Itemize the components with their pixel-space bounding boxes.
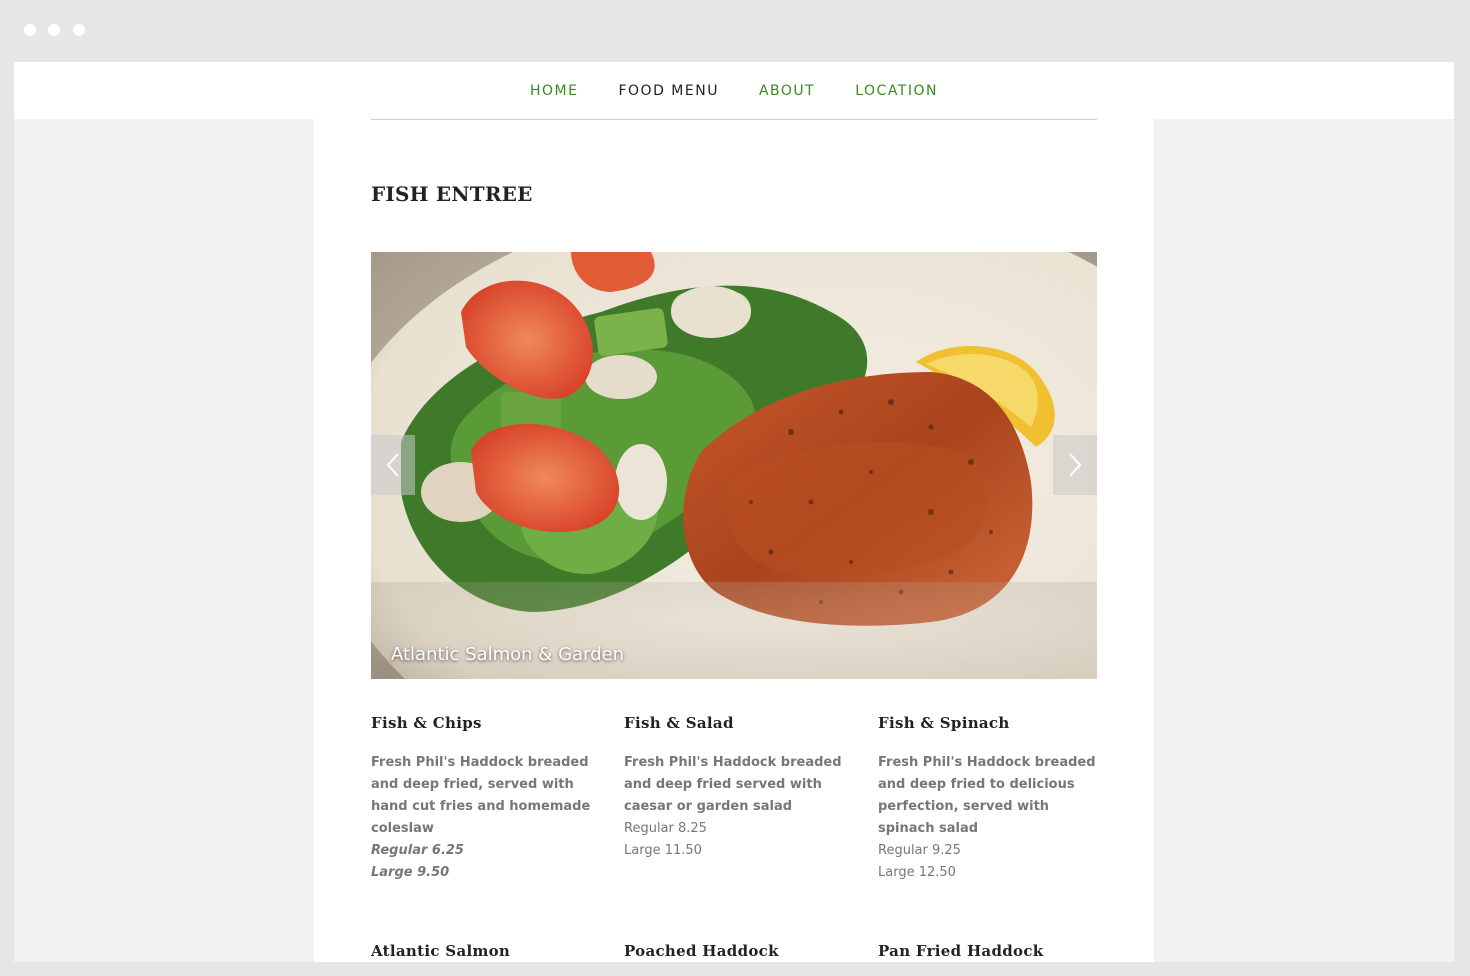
nav-location[interactable]: LOCATION [855,82,938,99]
nav-divider [371,119,1097,120]
page-title: FISH ENTREE [371,182,533,206]
browser-window: HOME FOOD MENU ABOUT LOCATION FISH ENTRE… [0,0,1470,976]
nav-about[interactable]: ABOUT [759,82,815,99]
menu-item-name: Fish & Spinach [878,714,1010,732]
menu-item-description: Fresh Phil's Haddock breaded and deep fr… [371,755,591,836]
menu-item: Poached Haddock [624,942,849,960]
chevron-right-icon [1069,453,1082,477]
slider-next-button[interactable] [1053,435,1097,495]
menu-item-price-regular: Regular 6.25 [371,843,464,858]
menu-item-price-large: Large 12.50 [878,865,956,880]
menu-item: Pan Fried Haddock [878,942,1103,960]
window-maximize-dot[interactable] [73,24,85,36]
menu-item-description: Fresh Phil's Haddock breaded and deep fr… [624,755,842,814]
menu-item-name: Pan Fried Haddock [878,942,1044,960]
menu-item-price-regular: Regular 9.25 [878,843,961,858]
menu-item: Fish & Chips Fresh Phil's Haddock breade… [371,714,596,884]
menu-item: Fish & Spinach Fresh Phil's Haddock brea… [878,714,1103,884]
slider-prev-button[interactable] [371,435,415,495]
page-viewport: HOME FOOD MENU ABOUT LOCATION FISH ENTRE… [14,62,1454,962]
nav-home[interactable]: HOME [530,82,578,99]
menu-item-name: Fish & Chips [371,714,482,732]
main-nav: HOME FOOD MENU ABOUT LOCATION [14,62,1454,119]
slide-caption: Atlantic Salmon & Garden [391,644,625,665]
menu-item: Fish & Salad Fresh Phil's Haddock breade… [624,714,849,862]
menu-item-name: Atlantic Salmon [371,942,511,960]
chevron-left-icon [386,453,399,477]
menu-item-name: Poached Haddock [624,942,779,960]
menu-item-description: Fresh Phil's Haddock breaded and deep fr… [878,755,1096,836]
window-close-dot[interactable] [24,24,36,36]
menu-item-price-large: Large 11.50 [624,843,702,858]
salmon-salad-photo [371,252,1097,679]
menu-item-name: Fish & Salad [624,714,734,732]
window-minimize-dot[interactable] [48,24,60,36]
nav-food-menu[interactable]: FOOD MENU [618,82,718,99]
menu-item-price-regular: Regular 8.25 [624,821,707,836]
menu-item: Atlantic Salmon [371,942,596,960]
menu-item-price-large: Large 9.50 [371,865,450,880]
image-slider[interactable]: Atlantic Salmon & Garden [371,252,1097,679]
